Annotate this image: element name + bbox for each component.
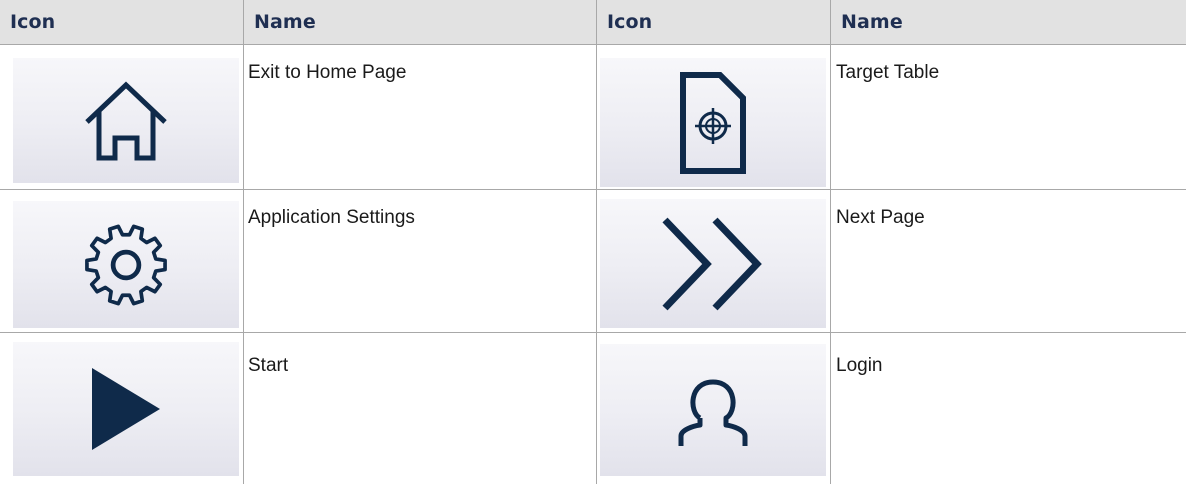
column-divider bbox=[243, 0, 244, 484]
settings-button-sample bbox=[13, 201, 239, 328]
header-name-col-2: Name bbox=[831, 0, 1186, 44]
header-name-col-1: Name bbox=[244, 0, 596, 44]
login-button-sample bbox=[600, 344, 826, 476]
target-table-icon bbox=[678, 71, 748, 175]
row-divider bbox=[0, 189, 1186, 190]
icon-name-start: Start bbox=[248, 355, 289, 376]
icon-name-target-table: Target Table bbox=[836, 62, 940, 83]
header-icon-col-2: Icon bbox=[597, 0, 830, 44]
column-divider bbox=[830, 0, 831, 484]
home-icon bbox=[81, 80, 171, 162]
icon-name-login: Login bbox=[836, 355, 883, 376]
icon-reference-table: Icon Name Icon Name Exit to Home Page Ta bbox=[0, 0, 1186, 484]
icon-name-next-page: Next Page bbox=[836, 207, 925, 228]
next-page-button-sample bbox=[600, 199, 826, 328]
start-button-sample bbox=[13, 342, 239, 476]
icon-name-home: Exit to Home Page bbox=[248, 62, 407, 83]
target-table-button-sample bbox=[600, 58, 826, 187]
gear-icon bbox=[83, 222, 169, 308]
row-divider bbox=[0, 44, 1186, 45]
icon-name-settings: Application Settings bbox=[248, 207, 415, 228]
double-chevron-right-icon bbox=[653, 214, 773, 314]
play-icon bbox=[88, 364, 164, 454]
home-button-sample bbox=[13, 58, 239, 183]
row-divider bbox=[0, 332, 1186, 333]
header-icon-col-1: Icon bbox=[0, 0, 243, 44]
user-icon bbox=[673, 370, 753, 450]
column-divider bbox=[596, 0, 597, 484]
